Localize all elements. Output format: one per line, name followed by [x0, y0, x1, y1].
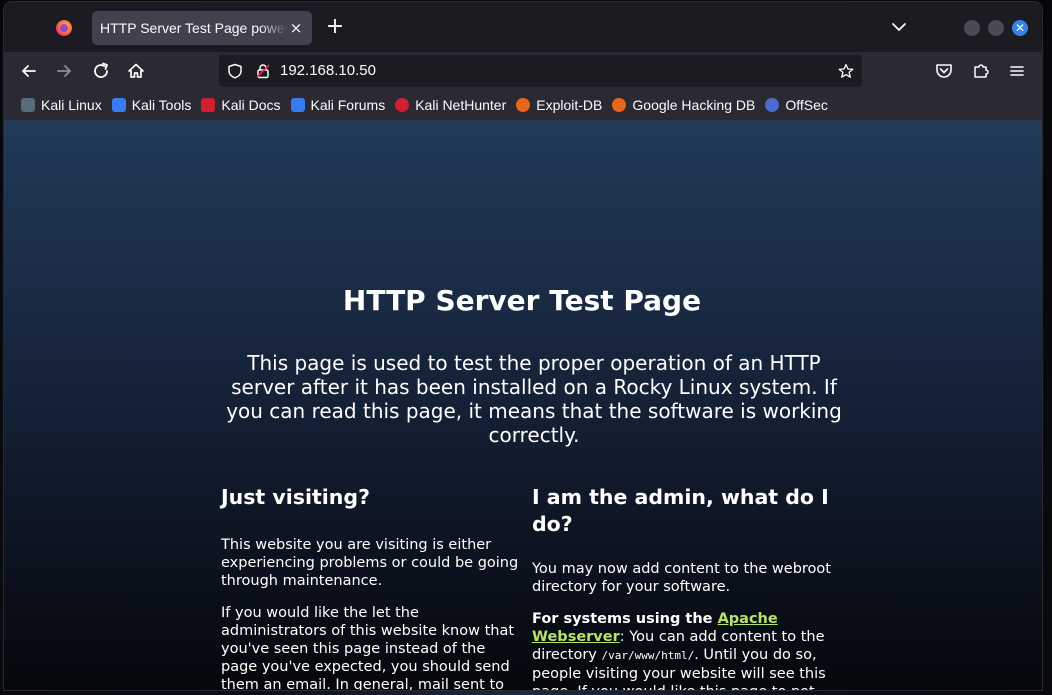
insecure-lock-icon[interactable]	[255, 63, 271, 79]
bookmarks-toolbar: Kali Linux Kali Tools Kali Docs Kali For…	[4, 90, 1042, 120]
list-all-tabs-icon[interactable]	[890, 18, 908, 36]
new-tab-button[interactable]: +	[324, 16, 346, 38]
bookmark-label: Kali NetHunter	[415, 97, 507, 113]
kali-tools-icon	[111, 98, 126, 112]
home-icon[interactable]	[125, 60, 147, 82]
bookmark-star-icon[interactable]	[838, 63, 854, 79]
just-visiting-heading: Just visiting?	[221, 485, 370, 509]
tab-active[interactable]: HTTP Server Test Page powered by: Rocky …	[92, 11, 312, 45]
address-bar[interactable]: 192.168.10.50	[219, 55, 862, 87]
navigation-toolbar: 192.168.10.50	[4, 52, 1042, 90]
kali-docs-icon	[201, 98, 216, 112]
bookmark-kali-docs[interactable]: Kali Docs	[196, 94, 285, 116]
bookmark-label: Kali Linux	[41, 97, 102, 113]
minimize-button[interactable]	[964, 20, 980, 36]
offsec-icon	[765, 98, 780, 112]
pocket-icon[interactable]	[933, 60, 955, 82]
reload-icon[interactable]	[90, 60, 112, 82]
bookmark-kali-tools[interactable]: Kali Tools	[107, 94, 197, 116]
browser-window: HTTP Server Test Page powered by: Rocky …	[4, 2, 1042, 690]
just-visiting-paragraph-2: If you would like the let the administra…	[221, 605, 515, 690]
close-window-button[interactable]: ✕	[1012, 20, 1028, 36]
just-visiting-section: Just visiting? This website you are visi…	[221, 484, 521, 690]
bookmark-kali-linux[interactable]: Kali Linux	[16, 94, 107, 116]
bookmark-label: Kali Tools	[131, 97, 192, 113]
bookmark-label: Kali Forums	[310, 97, 386, 113]
ghdb-icon	[612, 98, 627, 112]
bookmark-label: Exploit-DB	[536, 97, 603, 113]
back-icon[interactable]	[18, 60, 40, 82]
admin-paragraph-1: You may now add content to the webroot d…	[532, 561, 831, 595]
bookmark-label: Google Hacking DB	[632, 97, 756, 113]
exploit-db-icon	[516, 98, 531, 112]
application-menu-icon[interactable]	[1006, 60, 1028, 82]
admin-heading: I am the admin, what do I do?	[532, 485, 829, 536]
web-page-content: HTTP Server Test Page This page is used …	[4, 120, 1042, 690]
kali-forums-icon	[290, 98, 305, 112]
kali-dragon-icon	[21, 98, 35, 112]
page-lead-paragraph: This page is used to test the proper ope…	[226, 351, 842, 447]
bookmark-label: Kali Docs	[221, 97, 281, 113]
apache-systems-label: For systems using the	[532, 611, 718, 627]
bookmark-exploit-db[interactable]: Exploit-DB	[511, 94, 607, 116]
extensions-puzzle-icon[interactable]	[970, 60, 992, 82]
kali-nethunter-icon	[395, 98, 410, 112]
webroot-path: /var/www/html/	[601, 649, 695, 662]
admin-section: I am the admin, what do I do? You may no…	[532, 484, 842, 690]
url-text[interactable]: 192.168.10.50	[280, 55, 376, 87]
just-visiting-paragraph-1: This website you are visiting is either …	[221, 537, 519, 589]
bookmark-google-hacking-db[interactable]: Google Hacking DB	[607, 94, 760, 116]
bookmark-label: OffSec	[785, 97, 828, 113]
page-title: HTTP Server Test Page	[342, 284, 702, 317]
admin-paragraph-2: For systems using the Apache Webserver: …	[532, 610, 842, 690]
tab-title: HTTP Server Test Page powered by: Rocky …	[100, 20, 288, 36]
firefox-icon[interactable]	[56, 20, 72, 36]
tracking-protection-shield-icon[interactable]	[227, 63, 243, 79]
tab-strip: HTTP Server Test Page powered by: Rocky …	[4, 2, 1042, 52]
forward-icon[interactable]	[53, 60, 75, 82]
maximize-button[interactable]	[988, 20, 1004, 36]
bookmark-kali-forums[interactable]: Kali Forums	[286, 94, 391, 116]
tab-close-icon[interactable]: ×	[288, 20, 304, 36]
bookmark-kali-nethunter[interactable]: Kali NetHunter	[390, 94, 511, 116]
bookmark-offsec[interactable]: OffSec	[760, 94, 833, 116]
